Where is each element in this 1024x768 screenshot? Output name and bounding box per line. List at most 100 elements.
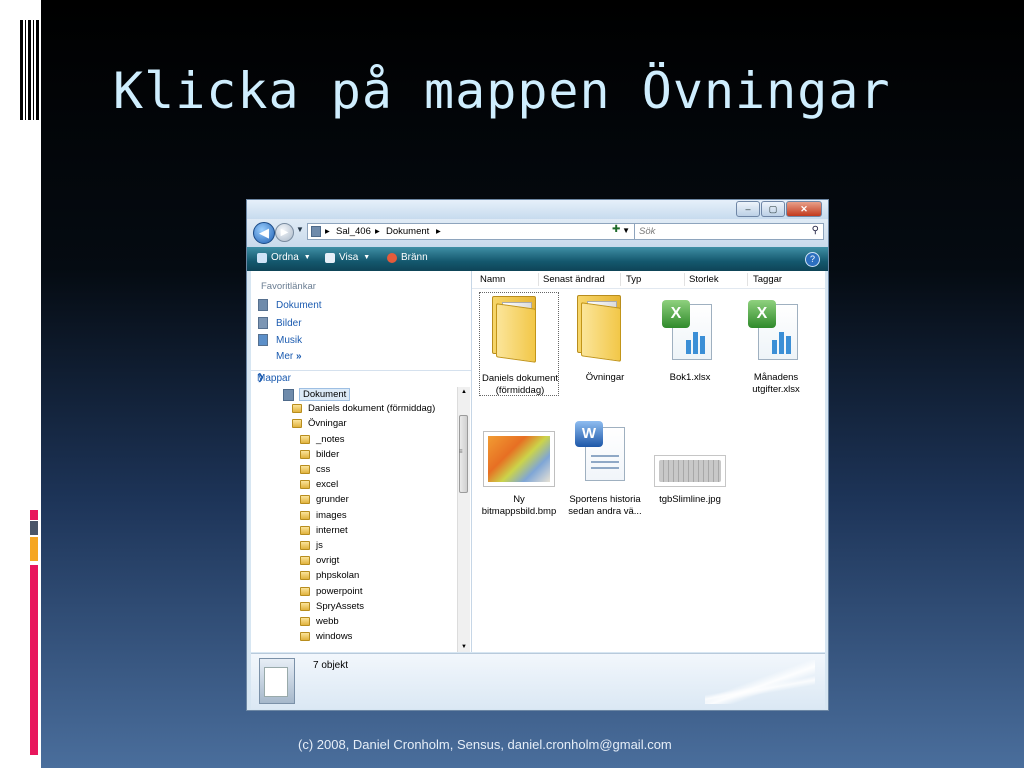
tree-item[interactable]: Daniels dokument (förmiddag) [292,403,435,414]
search-box[interactable]: Sök ⚲ [634,223,824,240]
tree-item[interactable]: excel [300,479,338,490]
file-name: Övningar [585,372,625,383]
keyboard-image-icon [654,455,726,487]
tree-item[interactable]: SpryAssets [300,601,364,612]
chart-bar [772,340,777,354]
breadcrumb-dokument[interactable]: Dokument [386,226,429,237]
file-name-line2: utgifter.xlsx [752,384,800,395]
column-separator[interactable] [684,273,685,286]
more-label: Mer [276,351,294,362]
tree-item[interactable]: grunder [300,494,349,505]
file-item-tgbslimline[interactable]: tgbSlimline.jpg [650,421,730,525]
organize-button[interactable]: Ordna ▼ [257,252,311,263]
tree-item[interactable]: images [300,510,347,521]
organize-label: Ordna [271,252,299,263]
double-chevron-icon: » [296,351,302,362]
column-type[interactable]: Typ [626,274,641,285]
folder-icon [300,617,310,626]
view-button[interactable]: Visa ▼ [325,252,370,263]
tree-scrollbar[interactable]: ▲ ≡ ▼ [457,387,470,652]
folder-icon [300,571,310,581]
navigation-pane: Favoritlänkar Dokument Bilder Musik Mer … [251,271,472,652]
tree-item[interactable]: ovrigt [300,555,339,566]
bitmap-icon [483,431,555,487]
column-modified[interactable]: Senast ändrad [543,274,605,285]
file-item-manadens-utgifter[interactable]: X Månadens utgifter.xlsx [736,292,816,396]
history-dropdown-icon[interactable]: ▼ [296,225,304,234]
folder-icon [292,404,302,414]
search-input[interactable]: Sök [639,226,655,237]
column-tags[interactable]: Taggar [753,274,782,285]
scroll-down-icon[interactable]: ▼ [461,644,467,650]
scroll-up-icon[interactable]: ▲ [461,389,467,395]
word-line [591,461,619,463]
address-dropdown-icon[interactable]: ▼ [622,226,630,235]
accent-bar-pink-top [30,510,38,520]
favorite-documents[interactable]: Dokument [258,299,322,311]
chevron-down-icon: ▼ [363,254,371,261]
search-icon[interactable]: ⚲ [812,225,819,236]
file-item-bok1[interactable]: X Bok1.xlsx [650,292,730,396]
address-row: ◀ ▶ ▼ ▸ Sal_406 ▸ Dokument ▸ ▼ ✚ Sök ⚲ [247,219,828,247]
file-name: Ny [513,494,525,505]
folder-icon [300,525,310,535]
pictures-icon [258,317,268,329]
breadcrumb-separator-icon[interactable]: ▸ [375,226,380,237]
file-name: Månadens [753,372,799,383]
folders-header[interactable]: Mappar ❯ [251,370,471,387]
column-name[interactable]: Namn [480,274,505,285]
tree-item[interactable]: phpskolan [300,570,359,581]
address-bar[interactable]: ▸ Sal_406 ▸ Dokument ▸ ▼ [307,223,635,240]
file-name-line2: bitmappsbild.bmp [481,506,557,517]
burn-button[interactable]: Bränn [387,252,428,263]
file-item-ny-bitmappsbild[interactable]: Ny bitmappsbild.bmp [479,421,559,525]
decorative-swoosh [705,660,815,704]
folder-tree: Dokument Daniels dokument (förmiddag) Övni… [251,387,455,652]
chart-bar [686,340,691,354]
back-arrow-icon[interactable]: ◀ [253,222,275,244]
close-button[interactable]: ✕ [786,201,822,217]
documents-icon [283,388,294,401]
tree-item-label: _notes [316,433,345,445]
folder-front [581,302,621,362]
tree-item[interactable]: _notes [300,434,345,445]
breadcrumb-sal406[interactable]: Sal_406 [336,226,371,237]
file-item-ovningar[interactable]: Övningar [565,292,645,396]
tree-item[interactable]: bilder [300,449,339,460]
favorite-pictures[interactable]: Bilder [258,317,302,329]
accent-bar-gray [30,521,38,535]
forward-arrow-icon[interactable]: ▶ [275,223,294,242]
tree-item[interactable]: powerpoint [300,586,362,597]
more-link[interactable]: Mer » [276,351,302,362]
breadcrumb-separator-icon[interactable]: ▸ [436,226,441,237]
file-item-sportens-historia[interactable]: W Sportens historia sedan andra vä... [565,421,645,525]
breadcrumb-separator-icon[interactable]: ▸ [325,226,330,237]
tree-item[interactable]: css [300,464,330,475]
document-page [264,667,288,697]
window-titlebar[interactable]: – ▢ ✕ [247,200,828,219]
folder-icon [300,434,310,444]
excel-logo: X [662,300,690,328]
tree-item[interactable]: internet [300,525,348,536]
refresh-icon[interactable]: ✚ [612,224,620,235]
word-logo: W [575,421,603,447]
minimize-button[interactable]: – [736,201,760,217]
favorite-music[interactable]: Musik [258,334,302,346]
documents-library-icon [259,658,295,704]
folder-icon [577,295,627,362]
tree-item[interactable]: Övningar [292,418,347,429]
column-separator[interactable] [747,273,748,286]
tree-item[interactable]: js [300,540,323,551]
tree-item[interactable]: Dokument [283,388,351,401]
help-icon[interactable]: ? [805,252,820,267]
file-name-line2: (förmiddag) [495,385,545,396]
column-size[interactable]: Storlek [689,274,719,285]
tree-item[interactable]: webb [300,616,339,627]
view-label: Visa [339,252,359,263]
file-item-daniels-dokument[interactable]: Daniels dokument (förmiddag) [479,292,559,396]
column-separator[interactable] [620,273,621,286]
favorite-label: Dokument [276,299,322,311]
tree-item[interactable]: windows [300,631,352,642]
column-separator[interactable] [538,273,539,286]
maximize-button[interactable]: ▢ [761,201,785,217]
